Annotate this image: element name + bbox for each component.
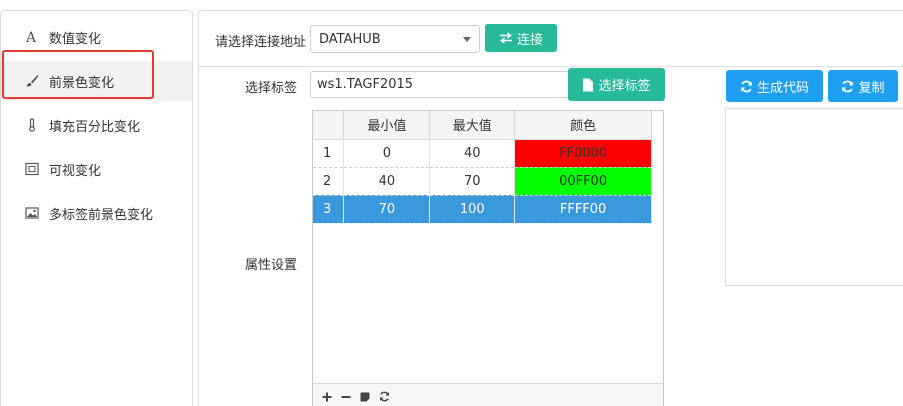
tag-input[interactable]: ws1.TAGF2015 bbox=[310, 71, 572, 98]
generated-code-textarea[interactable] bbox=[725, 108, 903, 286]
chevron-down-icon bbox=[463, 37, 471, 42]
sidebar-item-label: 前景色变化 bbox=[49, 75, 115, 91]
row-index: 2 bbox=[313, 167, 345, 196]
connection-label: 请选择连接地址 bbox=[215, 35, 307, 50]
grid-toolbar bbox=[313, 383, 663, 406]
table-row[interactable]: 1 0 40 FF0000 bbox=[313, 139, 652, 168]
row-index: 1 bbox=[313, 139, 345, 168]
sidebar: A 数值变化 前景色变化 填充百分比变化 可视变化 多标签前景色变化 bbox=[0, 10, 193, 406]
remove-row-icon[interactable] bbox=[340, 391, 352, 403]
properties-table: 最小值 最大值 颜色 1 0 40 FF0000 2 40 70 00FF00 bbox=[313, 111, 652, 224]
sidebar-item-foreground-color[interactable]: 前景色变化 bbox=[1, 61, 192, 101]
column-header-color[interactable]: 颜色 bbox=[514, 111, 652, 140]
image-icon bbox=[23, 204, 41, 222]
sidebar-item-visibility[interactable]: 可视变化 bbox=[1, 149, 192, 189]
connection-row: 请选择连接地址 DATAHUB 连接 bbox=[199, 11, 903, 67]
refresh-icon[interactable] bbox=[378, 391, 390, 403]
file-icon bbox=[583, 78, 594, 91]
sidebar-item-label: 可视变化 bbox=[49, 163, 102, 179]
min-cell[interactable]: 0 bbox=[343, 139, 431, 168]
column-header-max[interactable]: 最大值 bbox=[429, 111, 516, 140]
properties-grid: 最小值 最大值 颜色 1 0 40 FF0000 2 40 70 00FF00 bbox=[312, 110, 664, 406]
sidebar-item-multi-tag-color[interactable]: 多标签前景色变化 bbox=[1, 193, 192, 233]
color-cell[interactable]: FFFF00 bbox=[514, 195, 652, 224]
column-header-min[interactable]: 最小值 bbox=[343, 111, 431, 140]
min-cell[interactable]: 70 bbox=[343, 195, 431, 224]
svg-text:A: A bbox=[25, 30, 37, 44]
min-cell[interactable]: 40 bbox=[343, 167, 431, 196]
color-cell[interactable]: FF0000 bbox=[514, 139, 652, 168]
main-panel: 请选择连接地址 DATAHUB 连接 选择标签 ws1.TAGF2015 选择标… bbox=[198, 10, 903, 406]
table-row-selected[interactable]: 3 70 100 FFFF00 bbox=[313, 195, 652, 224]
sidebar-item-value-change[interactable]: A 数值变化 bbox=[1, 17, 192, 57]
max-cell[interactable]: 40 bbox=[429, 139, 516, 168]
column-header-index bbox=[313, 111, 345, 140]
tag-label: 选择标签 bbox=[245, 81, 298, 96]
add-row-icon[interactable] bbox=[321, 391, 333, 403]
max-cell[interactable]: 70 bbox=[429, 167, 516, 196]
sidebar-item-label: 填充百分比变化 bbox=[49, 119, 141, 135]
letter-a-icon: A bbox=[23, 28, 41, 46]
sidebar-item-label: 数值变化 bbox=[49, 31, 102, 47]
refresh-icon bbox=[842, 80, 854, 92]
color-cell[interactable]: 00FF00 bbox=[514, 167, 652, 196]
select-tag-button[interactable]: 选择标签 bbox=[568, 68, 665, 101]
select-tag-button-label: 选择标签 bbox=[598, 79, 651, 94]
thermometer-icon bbox=[23, 116, 41, 134]
generate-code-button[interactable]: 生成代码 bbox=[726, 70, 823, 102]
visibility-frame-icon bbox=[23, 160, 41, 178]
sidebar-item-label: 多标签前景色变化 bbox=[49, 207, 154, 223]
save-icon[interactable] bbox=[359, 391, 371, 403]
max-cell[interactable]: 100 bbox=[429, 195, 516, 224]
swap-arrows-icon bbox=[499, 32, 512, 44]
copy-button-label: 复制 bbox=[858, 80, 885, 96]
connect-button-label: 连接 bbox=[516, 32, 543, 48]
connection-select[interactable]: DATAHUB bbox=[310, 25, 480, 53]
tag-input-value: ws1.TAGF2015 bbox=[317, 77, 414, 92]
table-row[interactable]: 2 40 70 00FF00 bbox=[313, 167, 652, 196]
copy-button[interactable]: 复制 bbox=[828, 70, 898, 102]
refresh-icon bbox=[741, 80, 752, 92]
properties-label: 属性设置 bbox=[245, 258, 298, 273]
connection-select-value: DATAHUB bbox=[319, 31, 381, 47]
sidebar-item-fill-percent[interactable]: 填充百分比变化 bbox=[1, 105, 192, 145]
generate-code-button-label: 生成代码 bbox=[756, 80, 809, 96]
connect-button[interactable]: 连接 bbox=[485, 24, 557, 52]
brush-icon bbox=[23, 72, 41, 90]
row-index: 3 bbox=[313, 195, 345, 224]
